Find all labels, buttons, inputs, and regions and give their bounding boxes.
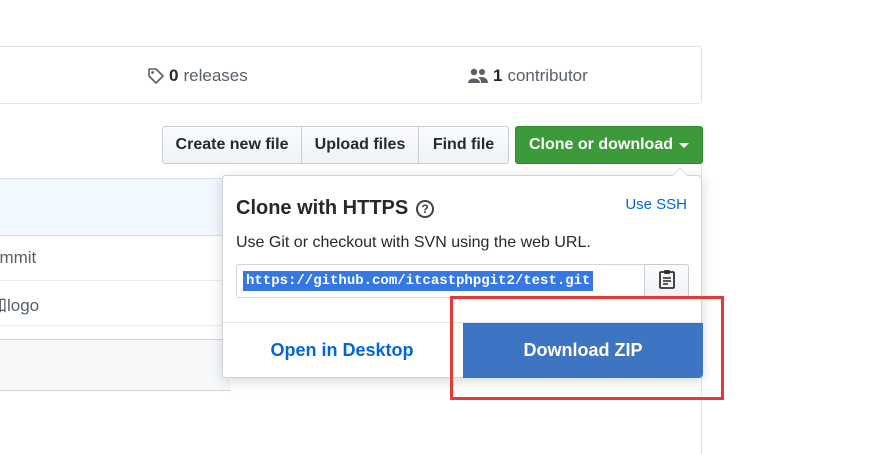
file-actions-group: Create new file Upload files Find file bbox=[162, 126, 509, 164]
help-icon[interactable]: ? bbox=[416, 199, 435, 218]
releases-count: 0 bbox=[169, 66, 179, 85]
clone-title: Clone with HTTPS ? bbox=[236, 197, 435, 220]
clone-title-text: Clone with HTTPS bbox=[236, 197, 409, 219]
caret-down-icon bbox=[679, 142, 689, 148]
file-row[interactable]: ommit bbox=[0, 236, 230, 281]
copy-url-button[interactable] bbox=[644, 264, 689, 298]
file-row[interactable]: 加logo bbox=[0, 281, 230, 326]
clipboard-icon bbox=[658, 268, 676, 295]
clone-url-input[interactable]: https://github.com/itcastphpgit2/test.gi… bbox=[236, 264, 645, 298]
clone-or-download-button[interactable]: Clone or download bbox=[515, 126, 703, 164]
releases-label: releases bbox=[183, 66, 248, 85]
contributors-label: contributor bbox=[507, 66, 588, 85]
contributors-count: 1 bbox=[493, 66, 503, 85]
open-in-desktop-button[interactable]: Open in Desktop bbox=[223, 323, 461, 378]
file-row-text: ommit bbox=[0, 248, 37, 267]
create-new-file-button[interactable]: Create new file bbox=[163, 127, 302, 163]
clone-dropdown: Clone with HTTPS ? Use SSH Use Git or ch… bbox=[222, 168, 703, 378]
clone-url-text: https://github.com/itcastphpgit2/test.gi… bbox=[243, 271, 594, 291]
releases-stat[interactable]: 0 releases bbox=[147, 66, 248, 86]
file-row-text: 加logo bbox=[0, 295, 40, 315]
find-file-button[interactable]: Find file bbox=[419, 127, 508, 163]
tag-icon bbox=[147, 67, 165, 85]
readme-header bbox=[0, 339, 230, 391]
use-ssh-link[interactable]: Use SSH bbox=[625, 196, 687, 213]
latest-commit-bar bbox=[0, 178, 230, 236]
clone-description: Use Git or checkout with SVN using the w… bbox=[236, 234, 591, 251]
contributors-stat[interactable]: 1 contributor bbox=[467, 66, 588, 86]
repo-stats-bar: 0 releases 1 contributor bbox=[0, 46, 702, 104]
clone-or-download-label: Clone or download bbox=[529, 136, 673, 153]
upload-files-button[interactable]: Upload files bbox=[302, 127, 419, 163]
download-zip-button[interactable]: Download ZIP bbox=[463, 323, 703, 378]
people-icon bbox=[467, 67, 489, 85]
